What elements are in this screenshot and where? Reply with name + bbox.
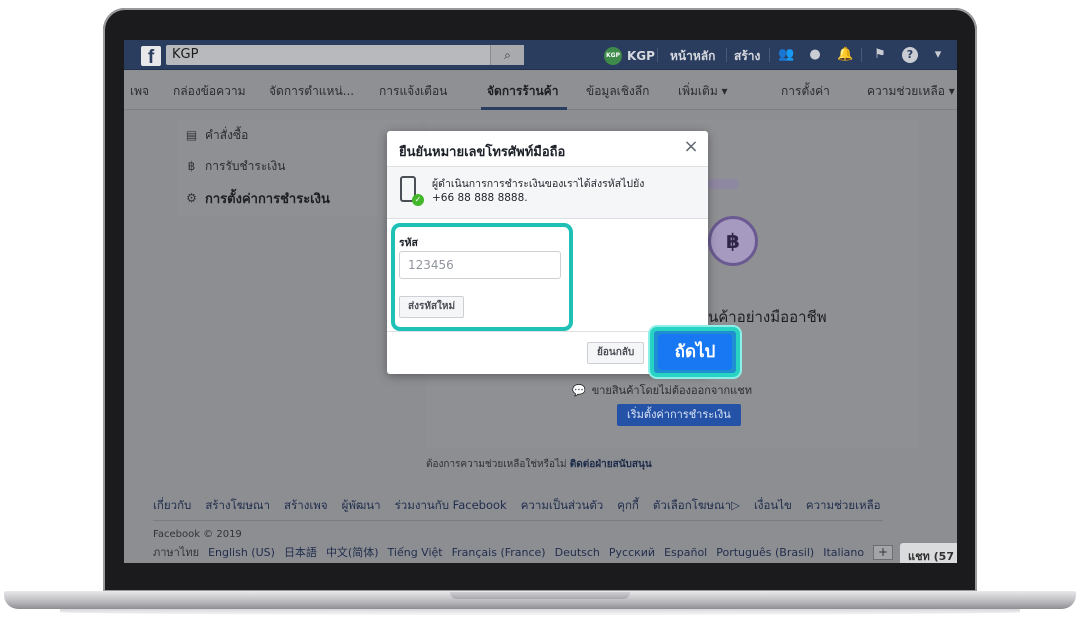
menu-item-payment-settings[interactable]: ⚙ การตั้งค่าการชำระเงิน bbox=[185, 188, 330, 208]
friends-icon[interactable]: 👥 bbox=[778, 47, 794, 63]
phone-number: +66 88 888 8888. bbox=[432, 192, 528, 204]
next-button-highlight: ถัดไป bbox=[650, 327, 740, 377]
tab-page[interactable]: เพจ bbox=[130, 82, 149, 101]
current-language: ภาษาไทย bbox=[153, 546, 200, 559]
chat-tab[interactable]: แชท (57 bbox=[900, 543, 957, 563]
home-link[interactable]: หน้าหลัก bbox=[670, 47, 715, 66]
language-link[interactable]: Português (Brasil) bbox=[716, 546, 814, 559]
chat-icon: 💬 bbox=[572, 383, 586, 397]
gear-icon: ⚙ bbox=[186, 191, 197, 205]
language-link[interactable]: Français (France) bbox=[452, 546, 546, 559]
profile-link[interactable]: KGP KGP bbox=[604, 47, 655, 65]
search-icon[interactable]: ⌕ bbox=[490, 45, 524, 65]
footer-link[interactable]: สร้างเพจ bbox=[284, 497, 328, 515]
language-link[interactable]: Italiano bbox=[823, 546, 864, 559]
tab-settings[interactable]: การตั้งค่า bbox=[781, 82, 830, 101]
close-icon[interactable]: × bbox=[682, 138, 700, 156]
language-link[interactable]: 中文(简体) bbox=[326, 544, 379, 560]
receipt-icon: ▤ bbox=[185, 128, 198, 142]
content-headline: นค้าอย่างมืออาชีพ bbox=[708, 308, 827, 326]
laptop-foot bbox=[60, 609, 1020, 615]
dialog-info: ✓ ผู้ดำเนินการการชำระเงินของเราได้ส่งรหั… bbox=[387, 167, 708, 219]
check-icon: ✓ bbox=[412, 194, 424, 206]
baht-illustration: ฿ bbox=[708, 216, 758, 266]
menu-item-payments[interactable]: ฿ การรับชำระเงิน bbox=[185, 156, 286, 176]
footer-link[interactable]: ผู้พัฒนา bbox=[342, 497, 381, 515]
divider bbox=[726, 48, 727, 62]
create-link[interactable]: สร้าง bbox=[734, 47, 760, 66]
divider bbox=[657, 48, 658, 62]
tab-manage-jobs[interactable]: จัดการตำแหน่... bbox=[269, 82, 354, 101]
language-list: ภาษาไทย English (US) 日本語 中文(简体) Tiếng Vi… bbox=[153, 543, 894, 561]
messenger-icon[interactable]: ● bbox=[807, 47, 823, 63]
content-subline: 💬 ขายสินค้าโดยไม่ต้องออกจากแชท bbox=[572, 381, 752, 399]
start-payment-setup-button[interactable]: เริ่มตั้งค่าการชำระเงิน bbox=[617, 404, 741, 426]
tab-inbox[interactable]: กล่องข้อความ bbox=[173, 82, 246, 101]
left-menu: ▤ คำสั่งซื้อ ฿ การรับชำระเงิน ⚙ การตั้งค… bbox=[177, 119, 417, 217]
help-text: ต้องการความช่วยเหลือใช่หรือไม่ bbox=[426, 459, 567, 470]
language-link[interactable]: Русский bbox=[609, 546, 655, 559]
avatar: KGP bbox=[604, 47, 622, 65]
code-section-highlight bbox=[391, 223, 573, 331]
subline-text: ขายสินค้าโดยไม่ต้องออกจากแชท bbox=[591, 384, 752, 397]
info-text: ผู้ดำเนินการการชำระเงินของเราได้ส่งรหัสไ… bbox=[432, 177, 644, 205]
footer-link[interactable]: ร่วมงานกับ Facebook bbox=[395, 497, 507, 515]
divider bbox=[769, 48, 770, 62]
tab-help[interactable]: ความช่วยเหลือ ▾ bbox=[867, 82, 955, 101]
laptop-notch bbox=[450, 592, 630, 599]
language-link[interactable]: English (US) bbox=[208, 546, 275, 559]
profile-name: KGP bbox=[627, 49, 655, 63]
language-link[interactable]: Español bbox=[664, 546, 707, 559]
footer-link[interactable]: คุกกี้ bbox=[617, 497, 639, 515]
dialog-header: ยืนยันหมายเลขโทรศัพท์มือถือ × bbox=[387, 131, 708, 167]
info-line: ผู้ดำเนินการการชำระเงินของเราได้ส่งรหัสไ… bbox=[432, 178, 645, 190]
page-nav: เพจ กล่องข้อความ จัดการตำแหน่... การแจ้ง… bbox=[124, 71, 957, 110]
facebook-logo[interactable]: f bbox=[141, 46, 161, 68]
menu-item-label: การรับชำระเงิน bbox=[205, 158, 286, 173]
menu-item-orders[interactable]: ▤ คำสั่งซื้อ bbox=[185, 125, 248, 145]
footer-links: เกี่ยวกับ สร้างโฆษณา สร้างเพจ ผู้พัฒนา ร… bbox=[153, 497, 881, 515]
pages-icon[interactable]: ⚑ bbox=[872, 47, 888, 63]
footer-link[interactable]: เกี่ยวกับ bbox=[153, 497, 191, 515]
active-tab-indicator bbox=[481, 107, 567, 110]
screen: f KGP ⌕ KGP KGP หน้าหลัก สร้าง 👥 ● 🔔 ⚑ ?… bbox=[124, 40, 957, 563]
chevron-down-icon[interactable]: ▾ bbox=[930, 47, 946, 63]
footer-divider bbox=[153, 520, 883, 521]
footer-link[interactable]: ความช่วยเหลือ bbox=[806, 497, 881, 515]
footer-link[interactable]: สร้างโฆษณา bbox=[205, 497, 270, 515]
more-languages-button[interactable]: + bbox=[873, 544, 894, 560]
back-button[interactable]: ย้อนกลับ bbox=[587, 342, 645, 364]
tab-insights[interactable]: ข้อมูลเชิงลึก bbox=[586, 82, 649, 101]
copyright: Facebook © 2019 bbox=[153, 529, 242, 540]
tab-more[interactable]: เพิ่มเติม ▾ bbox=[678, 82, 728, 101]
search-input[interactable]: KGP bbox=[166, 45, 524, 65]
menu-item-label: คำสั่งซื้อ bbox=[205, 127, 249, 142]
language-link[interactable]: Deutsch bbox=[555, 546, 600, 559]
tab-manage-shop[interactable]: จัดการร้านค้า bbox=[487, 82, 558, 101]
next-button[interactable]: ถัดไป bbox=[658, 334, 732, 370]
footer-link[interactable]: ความเป็นส่วนตัว bbox=[521, 497, 604, 515]
language-link[interactable]: Tiếng Việt bbox=[388, 546, 443, 559]
baht-icon: ฿ bbox=[187, 159, 196, 173]
tab-notifications[interactable]: การแจ้งเตือน bbox=[379, 82, 447, 101]
top-bar: f KGP ⌕ KGP KGP หน้าหลัก สร้าง 👥 ● 🔔 ⚑ ?… bbox=[124, 40, 957, 70]
help-line: ต้องการความช่วยเหลือใช่หรือไม่ ติดต่อฝ่า… bbox=[426, 457, 652, 472]
dialog-title: ยืนยันหมายเลขโทรศัพท์มือถือ bbox=[399, 145, 566, 160]
language-link[interactable]: 日本語 bbox=[284, 544, 317, 560]
bell-icon[interactable]: 🔔 bbox=[837, 47, 853, 63]
footer-link[interactable]: ตัวเลือกโฆษณา▷ bbox=[653, 497, 740, 515]
help-icon[interactable]: ? bbox=[902, 47, 918, 63]
contact-support-link[interactable]: ติดต่อฝ่ายสนับสนุน bbox=[570, 459, 652, 470]
divider bbox=[861, 48, 862, 62]
footer-link[interactable]: เงื่อนไข bbox=[754, 497, 792, 515]
menu-item-label: การตั้งค่าการชำระเงิน bbox=[205, 191, 330, 207]
